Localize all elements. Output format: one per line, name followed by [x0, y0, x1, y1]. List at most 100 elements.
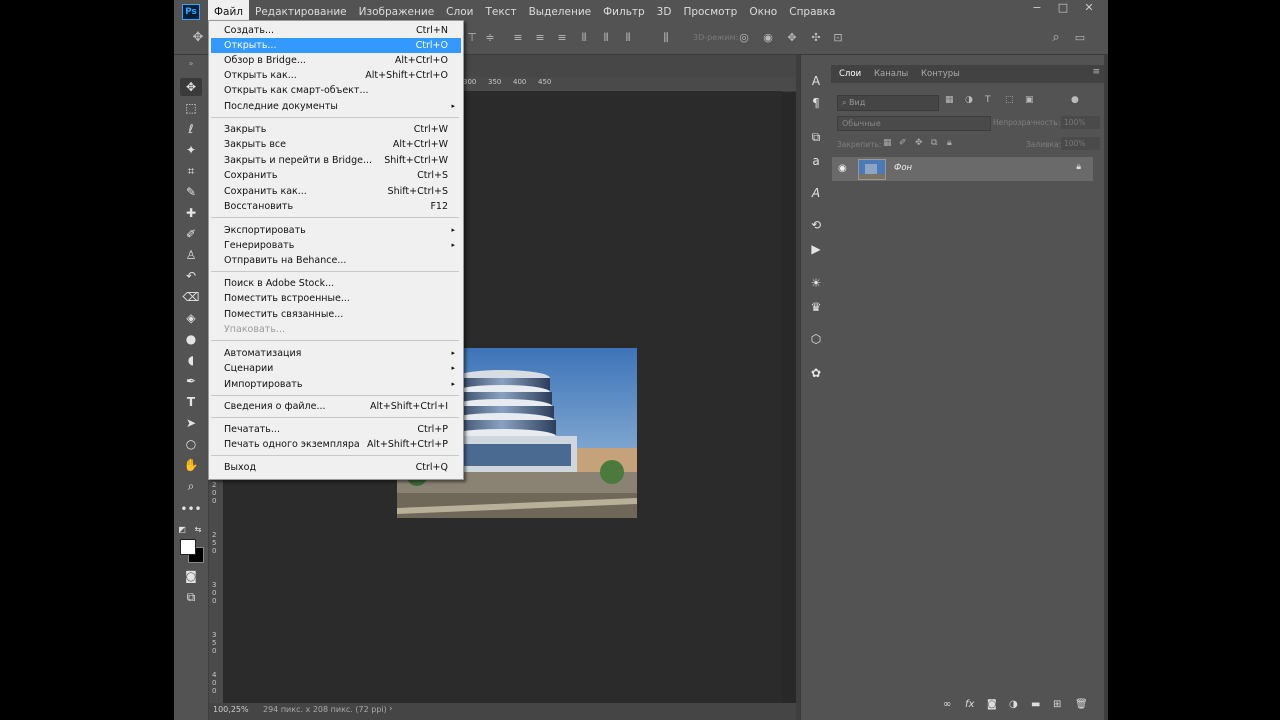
brush-presets-icon[interactable]: ♛ [808, 299, 824, 315]
menu-item-scripts[interactable]: Сценарии ▸ [211, 361, 461, 376]
3d-panel-icon[interactable]: ⬡ [808, 331, 824, 347]
menu-item-file-info[interactable]: Сведения о файле... Alt+Shift+Ctrl+I [211, 399, 461, 414]
hand-tool-icon[interactable]: ✋ [180, 456, 202, 474]
menu-item-revert[interactable]: Восстановить F12 [211, 199, 461, 214]
close-button[interactable]: ✕ [1076, 0, 1102, 18]
3d-scale-icon[interactable]: ⊡ [832, 32, 844, 44]
layer-row[interactable]: ◉ Фон 🔒︎ [832, 157, 1093, 181]
lock-transparent-icon[interactable]: ▦ [883, 138, 892, 148]
menu-item-recent[interactable]: Последние документы ▸ [211, 99, 461, 114]
layer-name[interactable]: Фон [894, 163, 912, 173]
menu-item-place-embedded[interactable]: Поместить встроенные... [211, 291, 461, 306]
paragraph-styles-icon[interactable]: A [808, 185, 824, 201]
menu-item-share-behance[interactable]: Отправить на Behance... [211, 253, 461, 268]
type-tool-icon[interactable]: T [180, 393, 202, 411]
lock-artboard-icon[interactable]: ⧉ [931, 138, 937, 148]
layer-filter-select[interactable]: ⌕ Вид [837, 95, 939, 111]
menu-3d[interactable]: 3D [651, 0, 678, 24]
distribute-top-icon[interactable]: ≡ [512, 32, 524, 44]
move-tool-icon[interactable]: ✥ [180, 78, 202, 96]
link-layers-icon[interactable]: ∞ [943, 699, 951, 710]
filter-pixel-icon[interactable]: ▦ [945, 95, 954, 105]
screen-mode-icon[interactable]: ⧉ [180, 588, 202, 606]
zoom-level[interactable]: 100,25% [213, 705, 249, 714]
history-panel-icon[interactable]: ⟲ [808, 217, 824, 233]
distribute-right-icon[interactable]: ⫴ [622, 32, 634, 44]
delete-layer-icon[interactable]: 🗑︎ [1075, 699, 1088, 710]
menu-item-generate[interactable]: Генерировать ▸ [211, 238, 461, 253]
fill-input[interactable]: 100% [1061, 137, 1100, 150]
layer-mask-icon[interactable]: ◙ [987, 699, 997, 710]
quick-mask-icon[interactable]: ◙ [180, 567, 202, 585]
history-brush-tool-icon[interactable]: ↶ [180, 267, 202, 285]
opacity-input[interactable]: 100% [1061, 116, 1100, 129]
dodge-tool-icon[interactable]: ◖ [180, 351, 202, 369]
healing-brush-tool-icon[interactable]: ✚ [180, 204, 202, 222]
adjustments-panel-icon[interactable]: ☀ [808, 275, 824, 291]
menu-item-save-as[interactable]: Сохранить как... Shift+Ctrl+S [211, 184, 461, 199]
menu-item-save[interactable]: Сохранить Ctrl+S [211, 168, 461, 183]
filter-adjustment-icon[interactable]: ◑ [965, 95, 973, 105]
distribute-center-icon[interactable]: ⫴ [600, 32, 612, 44]
more-tools-icon[interactable]: ••• [180, 500, 202, 518]
lock-position-icon[interactable]: ✥ [915, 138, 923, 148]
swap-colors-icon[interactable]: ⇆ [192, 521, 204, 539]
menu-item-close-all[interactable]: Закрыть все Alt+Ctrl+W [211, 137, 461, 152]
menu-item-print-one-copy[interactable]: Печать одного экземпляра Alt+Shift+Ctrl+P [211, 437, 461, 452]
new-group-icon[interactable]: ▬ [1031, 699, 1040, 710]
filter-shape-icon[interactable]: ⬚ [1005, 95, 1014, 105]
visibility-eye-icon[interactable]: ◉ [838, 163, 847, 174]
menu-item-exit[interactable]: Выход Ctrl+Q [211, 460, 461, 475]
menu-item-search-stock[interactable]: Поиск в Adobe Stock... [211, 276, 461, 291]
expand-toolbar-icon[interactable]: » [180, 55, 202, 73]
menu-item-automate[interactable]: Автоматизация ▸ [211, 346, 461, 361]
minimize-button[interactable]: − [1024, 0, 1050, 18]
character-styles-icon[interactable]: a [808, 153, 824, 169]
paint-bucket-tool-icon[interactable]: ◈ [180, 309, 202, 327]
lock-all-icon[interactable]: 🔒︎ [947, 138, 952, 148]
blend-mode-select[interactable]: Обычные [837, 116, 991, 131]
menu-item-place-linked[interactable]: Поместить связанные... [211, 307, 461, 322]
clone-stamp-tool-icon[interactable]: ♙ [180, 246, 202, 264]
filter-toggle-icon[interactable]: ● [1071, 95, 1079, 105]
menu-item-close[interactable]: Закрыть Ctrl+W [211, 122, 461, 137]
maximize-button[interactable]: □ [1050, 0, 1076, 18]
menu-view[interactable]: Просмотр [677, 0, 743, 24]
pen-tool-icon[interactable]: ✒ [180, 372, 202, 390]
blur-tool-icon[interactable]: ● [180, 330, 202, 348]
crop-tool-icon[interactable]: ⌗ [180, 162, 202, 180]
actions-panel-icon[interactable]: ▶ [808, 241, 824, 257]
tab-layers[interactable]: Слои [839, 69, 861, 79]
menu-type[interactable]: Текст [479, 0, 522, 24]
search-icon[interactable]: ⌕ [1050, 31, 1062, 44]
move-tool-icon[interactable]: ✥ [192, 31, 204, 44]
auto-align-icon[interactable]: ⫼ [660, 32, 672, 44]
zoom-tool-icon[interactable]: ⌕ [180, 477, 202, 495]
3d-pan-icon[interactable]: ✥ [786, 32, 798, 44]
3d-slide-icon[interactable]: ✣ [810, 32, 822, 44]
menu-item-export[interactable]: Экспортировать ▸ [211, 223, 461, 238]
menu-item-open[interactable]: Открыть... Ctrl+O [211, 38, 461, 53]
3d-roll-icon[interactable]: ◉ [762, 32, 774, 44]
lock-image-icon[interactable]: ✐ [899, 138, 907, 148]
menu-item-new[interactable]: Создать... Ctrl+N [211, 23, 461, 38]
menu-select[interactable]: Выделение [523, 0, 598, 24]
default-colors-icon[interactable]: ◩ [176, 521, 188, 539]
align-middle-icon[interactable]: ≑ [484, 32, 496, 44]
path-selection-tool-icon[interactable]: ➤ [180, 414, 202, 432]
new-layer-icon[interactable]: ⊞ [1053, 699, 1061, 710]
distribute-left-icon[interactable]: ⫴ [578, 32, 590, 44]
layer-style-icon[interactable]: fx [965, 699, 974, 710]
panel-scrollbar[interactable] [1104, 55, 1108, 720]
brush-tool-icon[interactable]: ✐ [180, 225, 202, 243]
glyphs-panel-icon[interactable]: ⧉ [808, 129, 824, 145]
foreground-color-swatch[interactable] [180, 539, 196, 555]
eyedropper-tool-icon[interactable]: ✎ [180, 183, 202, 201]
menu-item-print[interactable]: Печатать... Ctrl+P [211, 422, 461, 437]
paragraph-panel-icon[interactable]: ¶ [808, 95, 824, 111]
3d-orbit-icon[interactable]: ◎ [738, 32, 750, 44]
panel-menu-icon[interactable]: ≡ [1092, 67, 1100, 77]
distribute-bottom-icon[interactable]: ≡ [556, 32, 568, 44]
menu-window[interactable]: Окно [743, 0, 783, 24]
marquee-tool-icon[interactable]: ⬚ [180, 99, 202, 117]
